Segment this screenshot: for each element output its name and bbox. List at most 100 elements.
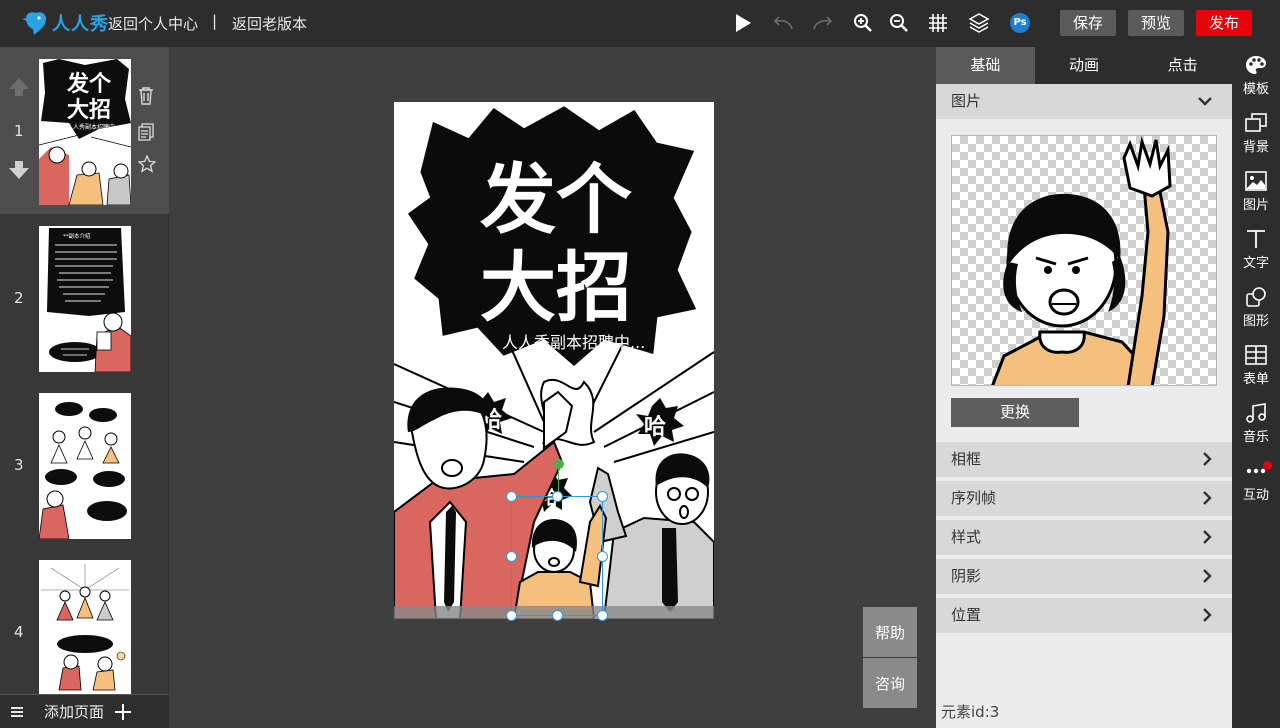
poster-title-line1: 发个 xyxy=(480,155,632,244)
move-down-arrow-icon[interactable] xyxy=(8,159,30,181)
svg-text:大招: 大招 xyxy=(67,98,111,123)
publish-button[interactable]: 发布 xyxy=(1196,10,1253,36)
page-number: 3 xyxy=(14,456,24,474)
page-thumbnail: **副本介绍 xyxy=(39,226,131,372)
music-icon xyxy=(1246,403,1266,423)
zoom-out-icon[interactable] xyxy=(887,11,911,35)
page-item-1[interactable]: 1 发个 大招 人人秀副本招聘中... xyxy=(0,47,169,214)
shadow-section-header[interactable]: 阴影 xyxy=(936,559,1232,594)
chevron-right-icon xyxy=(1203,530,1212,544)
tab-basic[interactable]: 基础 xyxy=(936,47,1035,84)
image-preview xyxy=(951,135,1217,386)
rotate-handle[interactable] xyxy=(554,459,564,469)
resize-handle-nw[interactable] xyxy=(506,491,517,502)
resize-handle-w[interactable] xyxy=(506,551,517,562)
page-item-4[interactable]: 4 xyxy=(0,548,169,694)
image-section-header[interactable]: 图片 xyxy=(936,84,1232,119)
undo-icon[interactable] xyxy=(770,11,794,35)
chevron-right-icon xyxy=(1203,491,1212,505)
redo-icon[interactable] xyxy=(812,11,836,35)
logo-text: 人人秀 xyxy=(52,14,109,35)
position-section-header[interactable]: 位置 xyxy=(936,598,1232,633)
photoshop-icon[interactable]: Ps xyxy=(1008,11,1032,35)
svg-text:人人秀副本招聘中...: 人人秀副本招聘中... xyxy=(67,123,121,131)
chevron-right-icon xyxy=(1203,608,1212,622)
tool-background-label: 背景 xyxy=(1242,140,1269,155)
property-tabs: 基础 动画 点击 xyxy=(936,47,1232,84)
tool-interaction-label: 互动 xyxy=(1242,488,1269,503)
editor-canvas: 发个 大招 人人秀副本招聘中... 哈 哈 哈 帮助 咨询 xyxy=(170,47,936,728)
style-section-header[interactable]: 样式 xyxy=(936,520,1232,555)
poster-title-line2: 大招 xyxy=(480,243,632,332)
properties-panel: 基础 动画 点击 图片 更换 相框 序列帧 样式 阴影 位置 元素id:3 xyxy=(936,47,1232,728)
preview-button[interactable]: 预览 xyxy=(1128,10,1185,36)
tool-template-label: 模板 xyxy=(1242,82,1269,97)
add-page-label[interactable]: 添加页面 xyxy=(44,701,104,722)
page-list-sidebar: 1 发个 大招 人人秀副本招聘中... 2 **副本介绍 3 4 添加页面 xyxy=(0,47,169,728)
sequence-frame-section-label: 序列帧 xyxy=(951,489,997,507)
tab-animation[interactable]: 动画 xyxy=(1035,47,1134,84)
resize-handle-n[interactable] xyxy=(552,491,563,502)
chevron-right-icon xyxy=(1203,452,1212,466)
page-number: 2 xyxy=(14,289,24,307)
save-button[interactable]: 保存 xyxy=(1060,10,1117,36)
page-thumbnail xyxy=(39,560,131,694)
image-icon xyxy=(1245,171,1267,191)
tool-text[interactable]: 文字 xyxy=(1232,229,1280,285)
shadow-section-label: 阴影 xyxy=(951,567,982,585)
image-section-label: 图片 xyxy=(951,92,982,110)
tool-form[interactable]: 表单 xyxy=(1232,345,1280,401)
consult-button[interactable]: 咨询 xyxy=(863,658,917,708)
selection-box[interactable] xyxy=(506,459,608,621)
grid-icon[interactable] xyxy=(926,11,950,35)
tool-image-label: 图片 xyxy=(1242,198,1269,213)
copy-page-icon[interactable] xyxy=(138,123,154,141)
zoom-in-icon[interactable] xyxy=(851,11,875,35)
top-bar: 人人秀 返回个人中心 | 返回老版本 Ps 保存 预览 发布 xyxy=(0,0,1280,47)
sequence-frame-section-header[interactable]: 序列帧 xyxy=(936,481,1232,516)
palette-icon xyxy=(1246,56,1266,74)
tool-image[interactable]: 图片 xyxy=(1232,171,1280,227)
back-to-center-link[interactable]: 返回个人中心 xyxy=(108,13,198,34)
tool-background[interactable]: 背景 xyxy=(1232,113,1280,169)
notification-dot xyxy=(1263,461,1272,470)
play-icon[interactable] xyxy=(731,11,755,35)
text-icon xyxy=(1247,230,1265,248)
page-thumbnail xyxy=(39,393,131,539)
tool-shape[interactable]: 图形 xyxy=(1232,287,1280,343)
menu-icon[interactable] xyxy=(11,706,23,718)
frame-section-label: 相框 xyxy=(951,450,982,468)
tool-shape-label: 图形 xyxy=(1242,314,1269,329)
trash-icon[interactable] xyxy=(138,87,154,105)
move-up-arrow-icon[interactable] xyxy=(8,76,30,98)
help-button[interactable]: 帮助 xyxy=(863,607,917,657)
tool-music-label: 音乐 xyxy=(1242,430,1269,445)
layers-icon[interactable] xyxy=(967,11,991,35)
star-icon[interactable] xyxy=(137,154,157,173)
resize-handle-sw[interactable] xyxy=(506,610,517,621)
page-item-2[interactable]: 2 **副本介绍 xyxy=(0,214,169,381)
resize-handle-e[interactable] xyxy=(597,551,608,562)
tab-click[interactable]: 点击 xyxy=(1133,47,1232,84)
position-section-label: 位置 xyxy=(951,606,982,624)
page-item-3[interactable]: 3 xyxy=(0,381,169,548)
chevron-down-icon xyxy=(1198,97,1212,106)
tool-music[interactable]: 音乐 xyxy=(1232,403,1280,459)
thumb2-title: **副本介绍 xyxy=(63,232,91,240)
resize-handle-s[interactable] xyxy=(552,610,563,621)
left-bottom-bar: 添加页面 xyxy=(0,694,169,728)
resize-handle-se[interactable] xyxy=(597,610,608,621)
resize-handle-ne[interactable] xyxy=(597,491,608,502)
background-icon xyxy=(1245,113,1267,132)
page-number: 1 xyxy=(14,122,24,140)
form-icon xyxy=(1245,345,1267,365)
logo[interactable]: 人人秀 xyxy=(22,9,109,37)
add-page-plus-icon[interactable] xyxy=(114,703,132,721)
divider: | xyxy=(212,12,218,30)
tool-template[interactable]: 模板 xyxy=(1232,55,1280,111)
frame-section-header[interactable]: 相框 xyxy=(936,442,1232,477)
tool-interaction[interactable]: 互动 xyxy=(1232,461,1280,517)
back-to-old-version-link[interactable]: 返回老版本 xyxy=(232,13,307,34)
replace-image-button[interactable]: 更换 xyxy=(951,398,1079,427)
page-number: 4 xyxy=(14,623,24,641)
